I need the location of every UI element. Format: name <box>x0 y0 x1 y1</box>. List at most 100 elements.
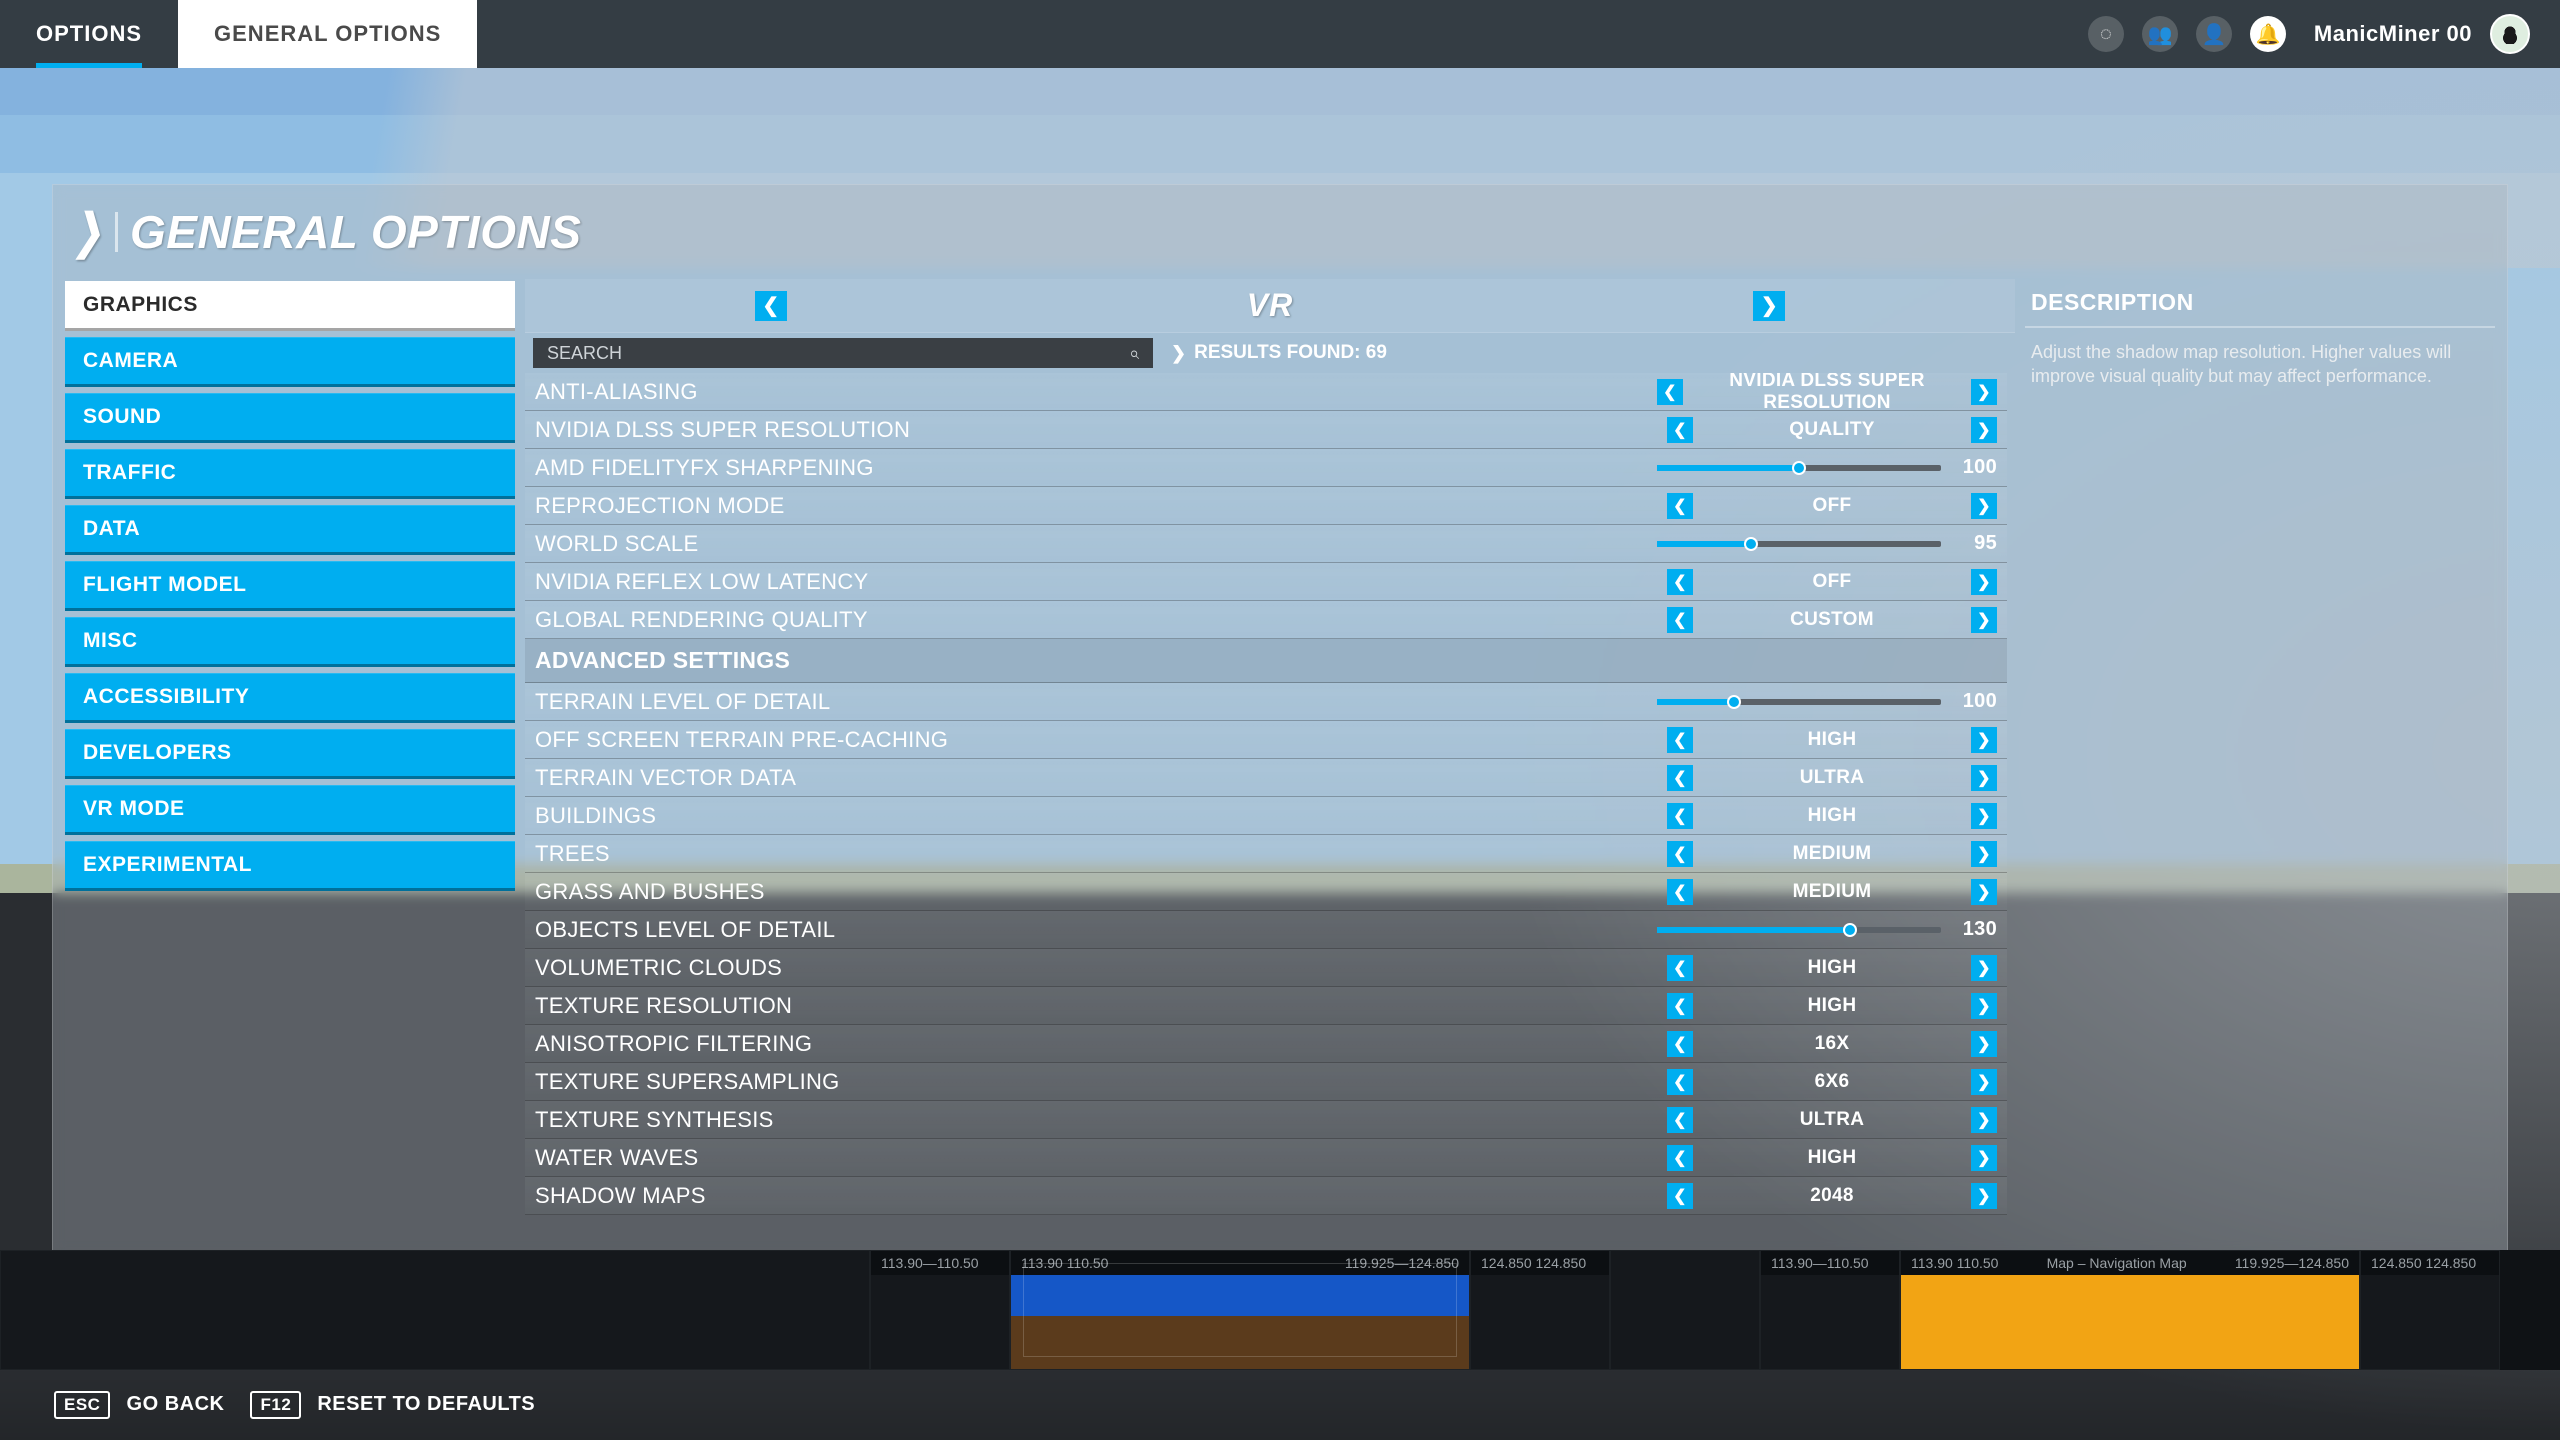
setting-row[interactable]: GRASS AND BUSHES❮MEDIUM❯ <box>525 873 2007 911</box>
category-prev-button[interactable]: ❮ <box>755 291 787 321</box>
setting-row[interactable]: TERRAIN VECTOR DATA ❮ ULTRA ❯ <box>525 759 2007 797</box>
setting-label: TERRAIN VECTOR DATA <box>535 765 1657 791</box>
nav1-freq: 113.90—110.50 <box>881 1255 979 1271</box>
value-next-button[interactable]: ❯ <box>1971 727 1997 753</box>
value-next-button[interactable]: ❯ <box>1971 493 1997 519</box>
setting-value: ULTRA <box>1703 767 1961 789</box>
slider-track[interactable] <box>1657 927 1941 933</box>
setting-row[interactable]: ANISOTROPIC FILTERING❮16X❯ <box>525 1025 2007 1063</box>
user-icon[interactable]: 👤 <box>2196 16 2232 52</box>
setting-row[interactable]: OFF SCREEN TERRAIN PRE-CACHING❮HIGH❯ <box>525 721 2007 759</box>
value-next-button[interactable]: ❯ <box>1971 417 1997 443</box>
value-prev-button[interactable]: ❮ <box>1667 493 1693 519</box>
setting-row[interactable]: AMD FIDELITYFX SHARPENING100 <box>525 449 2007 487</box>
bell-icon[interactable]: 🔔 <box>2250 16 2286 52</box>
avatar[interactable] <box>2490 14 2530 54</box>
sidebar-item-camera[interactable]: CAMERA <box>65 337 515 387</box>
slider-track[interactable] <box>1657 699 1941 705</box>
value-next-button[interactable]: ❯ <box>1971 955 1997 981</box>
setting-label: NVIDIA REFLEX LOW LATENCY <box>535 569 1657 595</box>
setting-row[interactable]: BUILDINGS❮HIGH❯ <box>525 797 2007 835</box>
setting-label: OFF SCREEN TERRAIN PRE-CACHING <box>535 727 1657 753</box>
value-prev-button[interactable]: ❮ <box>1657 379 1683 405</box>
value-prev-button[interactable]: ❮ <box>1667 803 1693 829</box>
value-prev-button[interactable]: ❮ <box>1667 569 1693 595</box>
value-next-button[interactable]: ❯ <box>1971 1107 1997 1133</box>
value-prev-button[interactable]: ❮ <box>1667 1069 1693 1095</box>
breadcrumb-root[interactable]: OPTIONS <box>0 0 178 68</box>
slider-track[interactable] <box>1657 541 1941 547</box>
value-next-button[interactable]: ❯ <box>1971 1145 1997 1171</box>
reset-label: RESET TO DEFAULTS <box>317 1393 535 1415</box>
setting-label: GLOBAL RENDERING QUALITY <box>535 607 1657 633</box>
value-prev-button[interactable]: ❮ <box>1667 841 1693 867</box>
group-icon[interactable]: 👥 <box>2142 16 2178 52</box>
setting-row[interactable]: TERRAIN LEVEL OF DETAIL100 <box>525 683 2007 721</box>
slider-knob[interactable] <box>1843 923 1857 937</box>
value-prev-button[interactable]: ❮ <box>1667 955 1693 981</box>
value-prev-button[interactable]: ❮ <box>1667 1031 1693 1057</box>
breadcrumb-current[interactable]: GENERAL OPTIONS <box>178 0 477 68</box>
sidebar-item-data[interactable]: DATA <box>65 505 515 555</box>
value-next-button[interactable]: ❯ <box>1971 1031 1997 1057</box>
settings-list[interactable]: ANTI-ALIASING❮NVIDIA DLSS SUPER RESOLUTI… <box>525 373 2015 1243</box>
setting-row[interactable]: NVIDIA REFLEX LOW LATENCY❮OFF❯ <box>525 563 2007 601</box>
slider-knob[interactable] <box>1792 461 1806 475</box>
setting-row[interactable]: OBJECTS LEVEL OF DETAIL130 <box>525 911 2007 949</box>
value-prev-button[interactable]: ❮ <box>1667 879 1693 905</box>
setting-value: MEDIUM <box>1703 881 1961 903</box>
setting-row[interactable]: WATER WAVES❮HIGH❯ <box>525 1139 2007 1177</box>
sidebar-item-vr-mode[interactable]: VR MODE <box>65 785 515 835</box>
setting-row[interactable]: VOLUMETRIC CLOUDS❮HIGH❯ <box>525 949 2007 987</box>
globe-icon[interactable]: ◌ <box>2088 16 2124 52</box>
value-next-button[interactable]: ❯ <box>1971 765 1997 791</box>
sidebar-item-accessibility[interactable]: ACCESSIBILITY <box>65 673 515 723</box>
sidebar-item-traffic[interactable]: TRAFFIC <box>65 449 515 499</box>
setting-row[interactable]: GLOBAL RENDERING QUALITY❮CUSTOM❯ <box>525 601 2007 639</box>
setting-row[interactable]: REPROJECTION MODE❮OFF❯ <box>525 487 2007 525</box>
go-back-prompt[interactable]: ESC GO BACK <box>54 1391 224 1419</box>
setting-row[interactable]: WORLD SCALE95 <box>525 525 2007 563</box>
value-next-button[interactable]: ❯ <box>1971 1069 1997 1095</box>
value-prev-button[interactable]: ❮ <box>1667 727 1693 753</box>
setting-label: TEXTURE RESOLUTION <box>535 993 1657 1019</box>
value-prev-button[interactable]: ❮ <box>1667 417 1693 443</box>
setting-row[interactable]: NVIDIA DLSS SUPER RESOLUTION❮QUALITY❯ <box>525 411 2007 449</box>
setting-value: MEDIUM <box>1703 843 1961 865</box>
setting-row[interactable]: ANTI-ALIASING❮NVIDIA DLSS SUPER RESOLUTI… <box>525 373 2007 411</box>
value-next-button[interactable]: ❯ <box>1971 569 1997 595</box>
sidebar-item-misc[interactable]: MISC <box>65 617 515 667</box>
category-next-button[interactable]: ❯ <box>1753 291 1785 321</box>
reset-prompt[interactable]: F12 RESET TO DEFAULTS <box>250 1391 535 1419</box>
footer-bar: ESC GO BACK F12 RESET TO DEFAULTS <box>0 1370 2560 1440</box>
search-input[interactable]: SEARCH ⌕ <box>533 338 1153 368</box>
value-prev-button[interactable]: ❮ <box>1667 1107 1693 1133</box>
value-next-button[interactable]: ❯ <box>1971 841 1997 867</box>
settings-column: ❮ VR ❯ SEARCH ⌕ ❯ RESULTS FOUND: 69 ANTI… <box>525 279 2015 1243</box>
value-next-button[interactable]: ❯ <box>1971 1183 1997 1209</box>
value-next-button[interactable]: ❯ <box>1971 879 1997 905</box>
value-next-button[interactable]: ❯ <box>1971 803 1997 829</box>
sidebar-item-sound[interactable]: SOUND <box>65 393 515 443</box>
sidebar-item-experimental[interactable]: EXPERIMENTAL <box>65 841 515 891</box>
setting-row[interactable]: TEXTURE SYNTHESIS❮ULTRA❯ <box>525 1101 2007 1139</box>
value-prev-button[interactable]: ❮ <box>1667 607 1693 633</box>
slider-track[interactable] <box>1657 465 1941 471</box>
value-next-button[interactable]: ❯ <box>1971 379 1997 405</box>
value-next-button[interactable]: ❯ <box>1971 607 1997 633</box>
setting-row[interactable]: TREES❮MEDIUM❯ <box>525 835 2007 873</box>
sidebar-item-developers[interactable]: DEVELOPERS <box>65 729 515 779</box>
value-next-button[interactable]: ❯ <box>1971 993 1997 1019</box>
sidebar-item-flight-model[interactable]: FLIGHT MODEL <box>65 561 515 611</box>
setting-row[interactable]: TEXTURE RESOLUTION❮HIGH❯ <box>525 987 2007 1025</box>
value-prev-button[interactable]: ❮ <box>1667 1145 1693 1171</box>
value-prev-button[interactable]: ❮ <box>1667 765 1693 791</box>
setting-row[interactable]: TEXTURE SUPERSAMPLING❮6X6❯ <box>525 1063 2007 1101</box>
value-prev-button[interactable]: ❮ <box>1667 993 1693 1019</box>
sidebar-item-graphics[interactable]: GRAPHICS <box>65 281 515 331</box>
setting-label: WATER WAVES <box>535 1145 1657 1171</box>
setting-row[interactable]: SHADOW MAPS❮2048❯ <box>525 1177 2007 1215</box>
value-prev-button[interactable]: ❮ <box>1667 1183 1693 1209</box>
slider-knob[interactable] <box>1727 695 1741 709</box>
slider-knob[interactable] <box>1744 537 1758 551</box>
